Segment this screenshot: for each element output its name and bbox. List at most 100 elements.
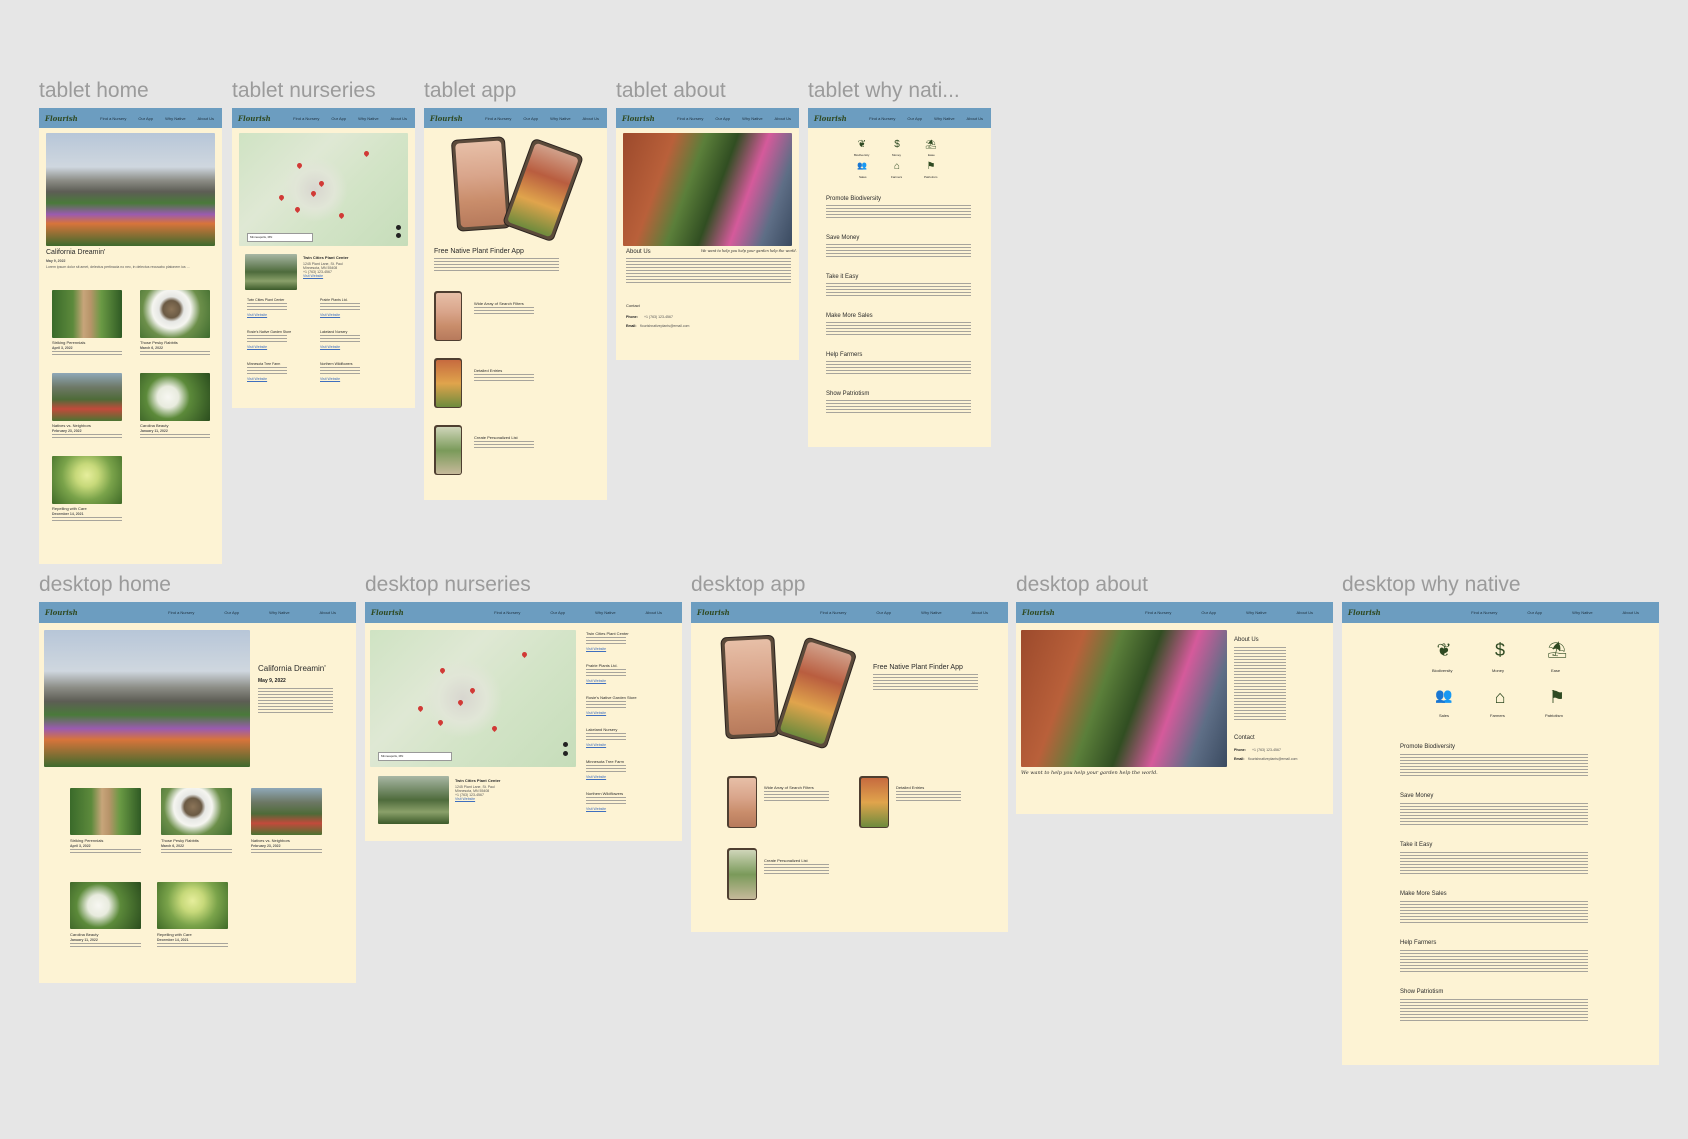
post-thumb[interactable] xyxy=(140,373,210,421)
nav-our-app[interactable]: Our App xyxy=(715,116,730,121)
nav-why-native[interactable]: Why Native xyxy=(165,116,185,121)
nav-about-us[interactable]: About Us xyxy=(391,116,407,121)
map-pin[interactable] xyxy=(436,718,445,727)
nav-about-us[interactable]: About Us xyxy=(320,610,336,615)
map-pin[interactable] xyxy=(468,686,477,695)
zoom-in-button[interactable] xyxy=(396,225,401,230)
featured-nursery-link[interactable]: Visit Website xyxy=(455,797,475,801)
nav-about-us[interactable]: About Us xyxy=(775,116,791,121)
nav-about-us[interactable]: About Us xyxy=(1297,610,1313,615)
nav-our-app[interactable]: Our App xyxy=(523,116,538,121)
map-pin[interactable] xyxy=(309,189,318,198)
nursery-link[interactable]: Visit Website xyxy=(320,377,340,381)
logo[interactable]: Flourish xyxy=(238,114,271,123)
nursery-link[interactable]: Visit Website xyxy=(586,679,606,683)
nav-why-native[interactable]: Why Native xyxy=(742,116,762,121)
featured-image[interactable] xyxy=(46,133,215,246)
map-pin[interactable] xyxy=(317,179,326,188)
post-title[interactable]: Striking Perennials xyxy=(52,340,85,345)
map-pin[interactable] xyxy=(293,205,302,214)
logo[interactable]: Flourish xyxy=(622,114,655,123)
nursery-map[interactable]: Minneapolis, MN xyxy=(370,630,576,767)
post-title[interactable]: Repelling with Care xyxy=(52,506,87,511)
post-thumb[interactable] xyxy=(251,788,322,835)
nursery-link[interactable]: Visit Website xyxy=(247,313,267,317)
nav-our-app[interactable]: Our App xyxy=(331,116,346,121)
nav-find-nursery[interactable]: Find a Nursery xyxy=(820,610,846,615)
zoom-out-button[interactable] xyxy=(396,233,401,238)
nav-about-us[interactable]: About Us xyxy=(583,116,599,121)
nursery-link[interactable]: Visit Website xyxy=(320,313,340,317)
nav-why-native[interactable]: Why Native xyxy=(1246,610,1266,615)
map-pin[interactable] xyxy=(490,724,499,733)
post-title[interactable]: Those Pesky Rabbits xyxy=(140,340,178,345)
nursery-link[interactable]: Visit Website xyxy=(247,345,267,349)
map-pin[interactable] xyxy=(277,193,286,202)
logo[interactable]: Flourish xyxy=(814,114,847,123)
post-thumb[interactable] xyxy=(52,373,122,421)
email-value[interactable]: flourishnativeplants@email.com xyxy=(1248,757,1297,761)
nursery-link[interactable]: Visit Website xyxy=(586,647,606,651)
logo[interactable]: Flourish xyxy=(1348,608,1381,617)
post-title[interactable]: Those Pesky Rabbits xyxy=(161,838,199,843)
nav-about-us[interactable]: About Us xyxy=(198,116,214,121)
nav-about-us[interactable]: About Us xyxy=(967,116,983,121)
map-pin[interactable] xyxy=(295,161,304,170)
zoom-in-button[interactable] xyxy=(563,742,568,747)
nav-why-native[interactable]: Why Native xyxy=(1572,610,1592,615)
nav-why-native[interactable]: Why Native xyxy=(921,610,941,615)
featured-nursery-link[interactable]: Visit Website xyxy=(303,274,323,278)
map-search-input[interactable]: Minneapolis, MN xyxy=(378,752,452,761)
featured-title[interactable]: California Dreamin' xyxy=(258,664,326,673)
nursery-link[interactable]: Visit Website xyxy=(586,775,606,779)
nav-find-nursery[interactable]: Find a Nursery xyxy=(1471,610,1497,615)
nav-our-app[interactable]: Our App xyxy=(876,610,891,615)
nursery-link[interactable]: Visit Website xyxy=(586,807,606,811)
map-pin[interactable] xyxy=(416,704,425,713)
map-pin[interactable] xyxy=(337,211,346,220)
post-thumb[interactable] xyxy=(52,456,122,504)
post-thumb[interactable] xyxy=(70,788,141,835)
post-thumb[interactable] xyxy=(157,882,228,929)
nav-find-nursery[interactable]: Find a Nursery xyxy=(869,116,895,121)
nursery-map[interactable]: Minneapolis, MN xyxy=(239,133,408,246)
map-pin[interactable] xyxy=(362,149,371,158)
nav-our-app[interactable]: Our App xyxy=(907,116,922,121)
nav-find-nursery[interactable]: Find a Nursery xyxy=(293,116,319,121)
nursery-link[interactable]: Visit Website xyxy=(247,377,267,381)
featured-title[interactable]: California Dreamin' xyxy=(46,249,105,256)
post-title[interactable]: Striking Perennials xyxy=(70,838,103,843)
nursery-link[interactable]: Visit Website xyxy=(586,743,606,747)
post-title[interactable]: Carolina Beauty xyxy=(70,932,98,937)
nursery-link[interactable]: Visit Website xyxy=(586,711,606,715)
nav-find-nursery[interactable]: Find a Nursery xyxy=(100,116,126,121)
map-pin[interactable] xyxy=(438,666,447,675)
nav-find-nursery[interactable]: Find a Nursery xyxy=(1145,610,1171,615)
nav-why-native[interactable]: Why Native xyxy=(269,610,289,615)
nav-why-native[interactable]: Why Native xyxy=(934,116,954,121)
post-title[interactable]: Carolina Beauty xyxy=(140,423,168,428)
nav-why-native[interactable]: Why Native xyxy=(595,610,615,615)
email-value[interactable]: flourishnativeplants@email.com xyxy=(640,324,689,328)
post-title[interactable]: Natives vs. Neighbors xyxy=(251,838,290,843)
nav-why-native[interactable]: Why Native xyxy=(550,116,570,121)
nursery-link[interactable]: Visit Website xyxy=(320,345,340,349)
logo[interactable]: Flourish xyxy=(371,608,404,617)
nav-find-nursery[interactable]: Find a Nursery xyxy=(677,116,703,121)
nav-our-app[interactable]: Our App xyxy=(1201,610,1216,615)
nav-our-app[interactable]: Our App xyxy=(550,610,565,615)
logo[interactable]: Flourish xyxy=(430,114,463,123)
nav-find-nursery[interactable]: Find a Nursery xyxy=(494,610,520,615)
nav-our-app[interactable]: Our App xyxy=(138,116,153,121)
nav-our-app[interactable]: Our App xyxy=(224,610,239,615)
nav-why-native[interactable]: Why Native xyxy=(358,116,378,121)
logo[interactable]: Flourish xyxy=(45,608,78,617)
nav-find-nursery[interactable]: Find a Nursery xyxy=(168,610,194,615)
post-thumb[interactable] xyxy=(52,290,122,338)
nav-about-us[interactable]: About Us xyxy=(1623,610,1639,615)
post-title[interactable]: Repelling with Care xyxy=(157,932,192,937)
map-search-input[interactable]: Minneapolis, MN xyxy=(247,233,313,242)
post-thumb[interactable] xyxy=(161,788,232,835)
featured-image[interactable] xyxy=(44,630,250,767)
post-thumb[interactable] xyxy=(140,290,210,338)
